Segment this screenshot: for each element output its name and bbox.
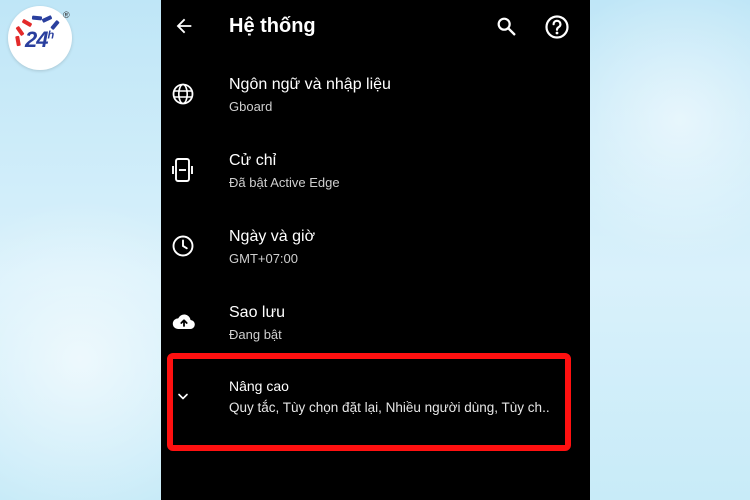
brand-logo: ® 24h: [8, 6, 72, 70]
setting-language[interactable]: Ngôn ngữ và nhập liệu Gboard: [161, 70, 590, 140]
arrow-left-icon: [176, 18, 192, 34]
highlight-box: [167, 353, 571, 451]
setting-subtitle: Đang bật: [229, 327, 282, 342]
setting-title: Ngôn ngữ và nhập liệu: [229, 76, 391, 93]
app-bar: Hệ thống: [161, 0, 590, 56]
clock-icon: [171, 234, 197, 260]
setting-title: Ngày và giờ: [229, 228, 316, 245]
setting-date-time[interactable]: Ngày và giờ GMT+07:00: [161, 222, 590, 292]
globe-icon: [171, 82, 197, 108]
search-button[interactable]: [493, 13, 519, 39]
setting-gestures[interactable]: Cử chỉ Đã bật Active Edge: [161, 146, 590, 216]
phone-gesture-icon: [171, 157, 197, 183]
setting-title: Sao lưu: [229, 304, 286, 321]
search-icon: [497, 17, 516, 36]
registered-mark: ®: [63, 10, 70, 20]
setting-subtitle: Đã bật Active Edge: [229, 175, 340, 190]
page-title: Hệ thống: [229, 15, 316, 37]
cloud-upload-icon: [171, 310, 197, 336]
logo-text: 24h: [25, 27, 54, 52]
back-button[interactable]: [171, 13, 197, 39]
setting-subtitle: Gboard: [229, 99, 273, 114]
setting-title: Cử chỉ: [229, 152, 277, 169]
help-icon: [545, 15, 569, 39]
help-button[interactable]: [543, 13, 571, 41]
setting-subtitle: GMT+07:00: [229, 251, 299, 266]
